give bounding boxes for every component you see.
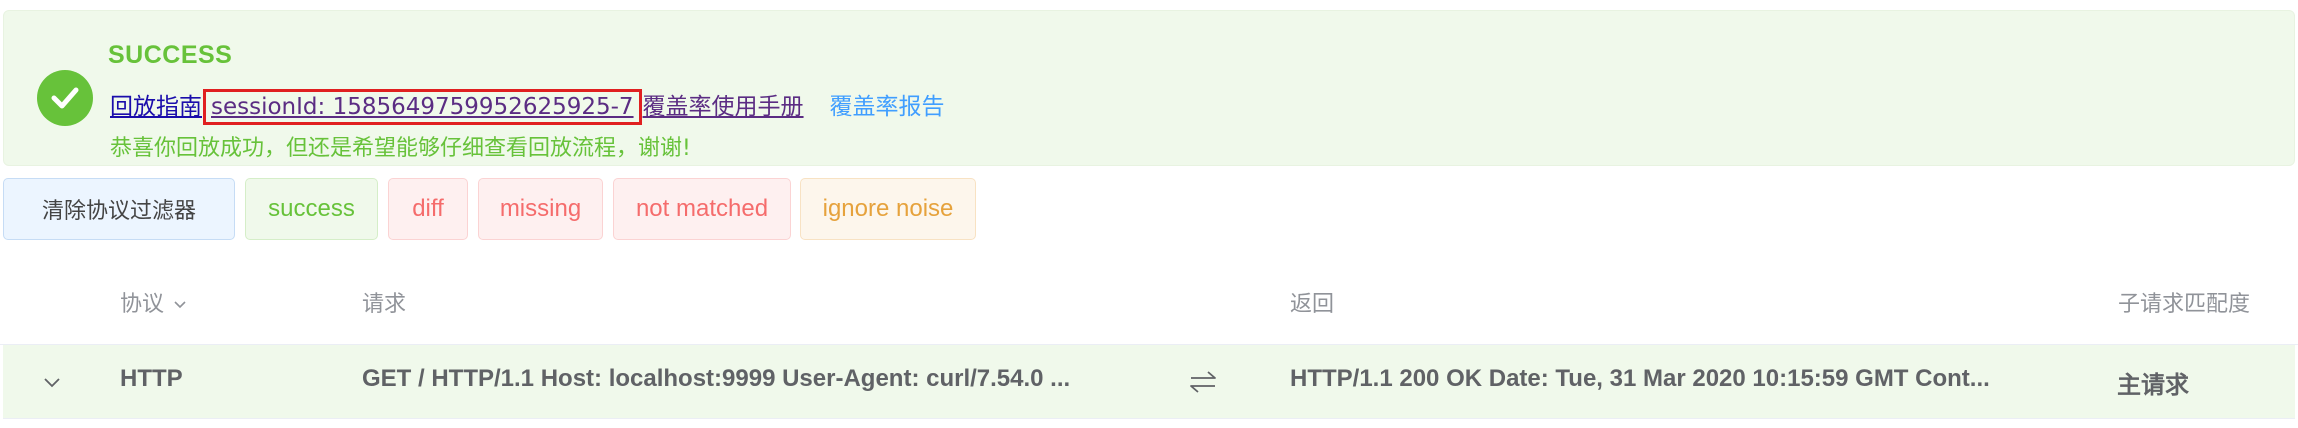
table-header: 协议 请求 返回 子请求匹配度 [0,258,2298,345]
banner-message: 恭喜你回放成功，但还是希望能够仔细查看回放流程，谢谢! [110,136,691,161]
replay-guide-link[interactable]: 回放指南 [110,94,202,120]
coverage-report-link[interactable]: 覆盖率报告 [830,94,945,120]
row-protocol: HTTP [120,365,183,392]
coverage-manual-link[interactable]: 覆盖率使用手册 [643,94,804,120]
banner-links: 回放指南 sessionId: 1585649759952625925-7 覆盖率使… [110,89,945,125]
check-circle-icon [37,70,93,126]
row-request: GET / HTTP/1.1 Host: localhost:9999 User… [362,365,1071,392]
header-match: 子请求匹配度 [2118,292,2251,317]
filter-ignore-noise-tag[interactable]: ignore noise [800,178,976,240]
filter-success-tag[interactable]: success [245,178,378,240]
table-row[interactable]: HTTP GET / HTTP/1.1 Host: localhost:9999… [3,345,2295,419]
filter-not-matched-tag[interactable]: not matched [613,178,791,240]
clear-filter-button[interactable]: 清除协议过滤器 [3,178,235,240]
header-protocol-label: 协议 [120,292,165,317]
chevron-down-icon[interactable] [173,300,187,310]
header-request: 请求 [362,292,407,317]
session-id-link[interactable]: sessionId: 1585649759952625925-7 [203,89,642,125]
expand-chevron-icon[interactable] [41,371,63,393]
filter-diff-tag[interactable]: diff [388,178,468,240]
success-banner: SUCCESS 回放指南 sessionId: 15856497599526259… [3,10,2295,166]
header-protocol[interactable]: 协议 [120,286,187,318]
filter-missing-tag[interactable]: missing [478,178,603,240]
header-response: 返回 [1290,292,1335,317]
row-match: 主请求 [2117,372,2189,399]
swap-arrows-icon[interactable] [1189,369,1217,395]
row-response: HTTP/1.1 200 OK Date: Tue, 31 Mar 2020 1… [1290,365,1990,392]
banner-title: SUCCESS [108,41,233,69]
